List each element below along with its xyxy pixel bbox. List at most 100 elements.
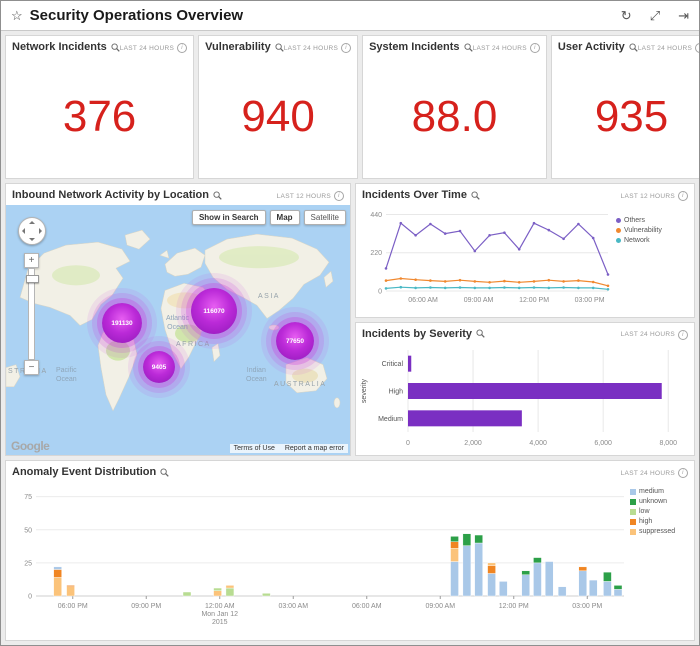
panel-title: Anomaly Event Distribution <box>12 466 169 478</box>
terms-of-use-link[interactable]: Terms of Use <box>234 445 275 452</box>
svg-text:8,000: 8,000 <box>659 440 677 447</box>
svg-text:4,000: 4,000 <box>529 440 547 447</box>
kpi-panel-network-incidents: Network Incidents LAST 24 HOURS 376 <box>5 35 194 179</box>
svg-text:Medium: Medium <box>378 415 403 422</box>
svg-text:220: 220 <box>370 250 382 257</box>
zoom-out-button[interactable]: − <box>24 360 39 375</box>
report-map-error-link[interactable]: Report a map error <box>285 445 344 452</box>
svg-text:09:00 AM: 09:00 AM <box>464 297 494 304</box>
time-range-label: LAST 12 HOURS <box>277 189 344 201</box>
svg-text:50: 50 <box>24 527 32 534</box>
world-map[interactable]: STRALIA Pacific Ocean Atlantic Ocean Ind… <box>6 205 350 455</box>
map-bubble[interactable]: 191130 <box>102 303 142 343</box>
svg-text:06:00 AM: 06:00 AM <box>352 603 382 610</box>
svg-text:09:00 AM: 09:00 AM <box>425 603 455 610</box>
kpi-panel-system-incidents: System Incidents LAST 24 HOURS 88.0 <box>362 35 547 179</box>
svg-text:6,000: 6,000 <box>594 440 612 447</box>
zoom-icon[interactable] <box>160 468 169 477</box>
legend-item-high[interactable]: high <box>630 518 675 525</box>
svg-text:severity: severity <box>361 378 368 403</box>
svg-text:0: 0 <box>406 440 410 447</box>
map-buttons: Show in Search Map Satellite <box>192 210 346 225</box>
refresh-icon[interactable]: ↻ <box>621 8 632 24</box>
export-icon[interactable]: ⇥ <box>678 8 689 24</box>
panel-title: System Incidents <box>369 41 472 53</box>
incidents-over-time-legend: Others Vulnerability Network <box>616 203 662 307</box>
incidents-by-severity-chart[interactable]: 02,0004,0006,0008,000CriticalHighMediums… <box>356 342 692 450</box>
zoom-icon[interactable] <box>275 43 284 52</box>
anomaly-distribution-chart[interactable]: 025507506:00 PM09:00 PM12:00 AMMon Jan 1… <box>6 480 630 630</box>
svg-text:03:00 PM: 03:00 PM <box>572 603 602 610</box>
time-range-label: LAST 24 HOURS <box>638 41 700 53</box>
svg-text:0: 0 <box>28 594 32 601</box>
pan-down-icon[interactable] <box>29 238 35 241</box>
legend-item-Network[interactable]: Network <box>616 237 662 244</box>
panel-title: Incidents Over Time <box>362 189 480 201</box>
zoom-icon[interactable] <box>471 191 480 200</box>
pan-left-icon[interactable] <box>22 228 25 234</box>
legend-item-Vulnerability[interactable]: Vulnerability <box>616 227 662 234</box>
kpi-value: 935 <box>552 55 700 178</box>
favorite-star-icon[interactable]: ☆ <box>11 8 23 24</box>
incidents-by-severity-panel: Incidents by Severity LAST 24 HOURS 02,0… <box>355 322 695 457</box>
info-icon[interactable] <box>530 43 540 53</box>
info-icon[interactable] <box>695 43 700 53</box>
map-attribution-links: Terms of Use Report a map error <box>230 444 348 453</box>
info-icon[interactable] <box>334 191 344 201</box>
legend-item-Others[interactable]: Others <box>616 217 662 224</box>
time-range-label: LAST 24 HOURS <box>473 41 540 53</box>
kpi-panel-user-activity: User Activity LAST 24 HOURS 935 <box>551 35 700 179</box>
zoom-icon[interactable] <box>476 329 485 338</box>
info-icon[interactable] <box>678 330 688 340</box>
svg-text:09:00 PM: 09:00 PM <box>131 603 161 610</box>
zoom-icon[interactable] <box>464 43 473 52</box>
anomaly-legend: medium unknown low high suppressed <box>630 480 675 630</box>
dashboard-body: Network Incidents LAST 24 HOURS 376 Vuln… <box>1 31 699 645</box>
time-range-label: LAST 24 HOURS <box>284 41 351 53</box>
incidents-over-time-panel: Incidents Over Time LAST 12 HOURS 022044… <box>355 183 695 318</box>
svg-text:12:00 PM: 12:00 PM <box>499 603 529 610</box>
legend-item-low[interactable]: low <box>630 508 675 515</box>
map-pan-control[interactable] <box>18 217 46 245</box>
zoom-icon[interactable] <box>213 191 222 200</box>
kpi-row: Network Incidents LAST 24 HOURS 376 Vuln… <box>5 35 695 179</box>
map-type-satellite-button[interactable]: Satellite <box>304 210 346 225</box>
fullscreen-icon[interactable]: ⤢ <box>650 8 660 24</box>
time-range-label: LAST 24 HOURS <box>621 328 688 340</box>
legend-item-medium[interactable]: medium <box>630 488 675 495</box>
map-panel: Inbound Network Activity by Location LAS… <box>5 183 351 456</box>
zoom-icon[interactable] <box>111 43 120 52</box>
time-range-label: LAST 24 HOURS <box>120 41 187 53</box>
pan-right-icon[interactable] <box>39 228 42 234</box>
info-icon[interactable] <box>678 191 688 201</box>
zoom-slider-handle[interactable] <box>26 275 39 283</box>
map-zoom-control: + − <box>24 253 39 375</box>
svg-text:0: 0 <box>378 289 382 296</box>
zoom-icon[interactable] <box>629 43 638 52</box>
svg-text:2015: 2015 <box>212 619 228 626</box>
panel-title: Inbound Network Activity by Location <box>12 189 222 201</box>
info-icon[interactable] <box>678 468 688 478</box>
kpi-value: 940 <box>199 55 357 178</box>
svg-text:06:00 AM: 06:00 AM <box>408 297 438 304</box>
show-in-search-button[interactable]: Show in Search <box>192 210 266 225</box>
legend-item-unknown[interactable]: unknown <box>630 498 675 505</box>
info-icon[interactable] <box>177 43 187 53</box>
map-bubble[interactable]: 77650 <box>276 322 314 360</box>
page-title: Security Operations Overview <box>30 7 243 24</box>
legend-item-suppressed[interactable]: suppressed <box>630 528 675 535</box>
google-logo[interactable]: Google <box>11 439 49 453</box>
time-range-label: LAST 24 HOURS <box>621 466 688 478</box>
map-bubble[interactable]: 116070 <box>191 288 237 334</box>
svg-text:High: High <box>389 388 404 395</box>
kpi-panel-vulnerability: Vulnerability LAST 24 HOURS 940 <box>198 35 358 179</box>
map-type-map-button[interactable]: Map <box>270 210 300 225</box>
incidents-over-time-chart[interactable]: 022044006:00 AM09:00 AM12:00 PM03:00 PM <box>356 203 616 307</box>
svg-text:12:00 PM: 12:00 PM <box>519 297 549 304</box>
pan-up-icon[interactable] <box>29 221 35 224</box>
svg-text:Mon Jan 12: Mon Jan 12 <box>201 611 238 618</box>
info-icon[interactable] <box>341 43 351 53</box>
zoom-slider[interactable] <box>28 268 35 360</box>
zoom-in-button[interactable]: + <box>24 253 39 268</box>
map-bubble[interactable]: 9405 <box>143 351 175 383</box>
